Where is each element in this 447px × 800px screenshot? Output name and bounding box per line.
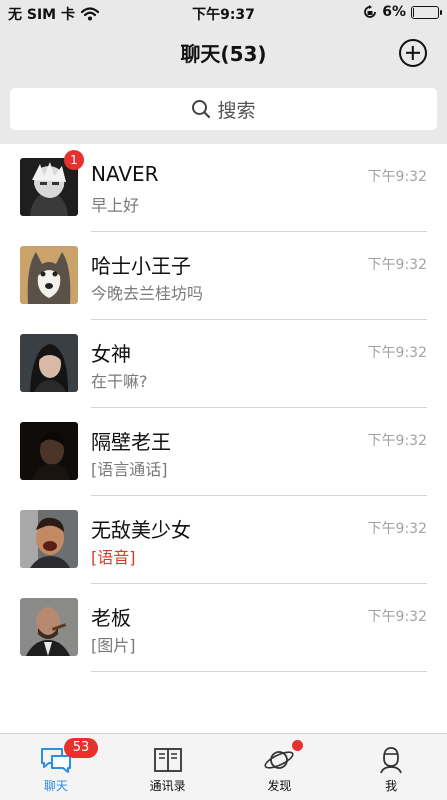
tab-me[interactable]: 我 xyxy=(335,734,447,800)
avatar xyxy=(20,246,78,304)
chat-time: 下午9:32 xyxy=(367,257,427,273)
avatar xyxy=(20,510,78,568)
tab-label: 我 xyxy=(385,779,398,793)
tab-label: 聊天 xyxy=(43,779,68,793)
tab-label: 发现 xyxy=(267,779,292,793)
chat-time: 下午9:32 xyxy=(367,521,427,537)
tab-chats[interactable]: 53 聊天 xyxy=(0,734,112,800)
tab-dot xyxy=(291,740,303,751)
planet-icon xyxy=(264,751,294,769)
page-title: 聊天(53) xyxy=(180,42,267,66)
rotation-lock-icon xyxy=(364,5,377,18)
search-area: 搜索 xyxy=(0,80,447,144)
chat-time: 下午9:32 xyxy=(367,433,427,449)
divider xyxy=(91,671,427,672)
avatar xyxy=(20,598,78,656)
chat-list: 1 NAVER 下午9:32 早上好 哈士小王子 下午9:32 今晚去兰桂坊吗 xyxy=(0,144,447,672)
battery-fill xyxy=(413,7,414,17)
battery-group: 6% xyxy=(363,4,442,20)
tab-contacts[interactable]: 通讯录 xyxy=(112,734,224,800)
chat-name: NAVER xyxy=(91,162,159,186)
chat-preview: 早上好 xyxy=(91,196,140,215)
chat-item-naver[interactable]: 1 NAVER 下午9:32 早上好 xyxy=(0,144,447,232)
chat-item-neighbor[interactable]: 隔壁老王 下午9:32 [语言通话] xyxy=(0,408,447,496)
tab-label: 通讯录 xyxy=(149,779,186,793)
tab-bar: 53 聊天 通讯录 发现 我 xyxy=(0,733,447,800)
add-button[interactable] xyxy=(399,39,427,67)
chat-preview: [语音] xyxy=(91,548,136,567)
chat-item-boss[interactable]: 老板 下午9:32 [图片] xyxy=(0,584,447,672)
chat-name: 无敌美少女 xyxy=(91,518,191,542)
chat-name: 隔壁老王 xyxy=(91,430,171,454)
chat-preview: [语言通话] xyxy=(91,460,168,479)
chat-preview: 今晚去兰桂坊吗 xyxy=(91,284,204,303)
profile-icon xyxy=(380,747,402,774)
avatar xyxy=(20,422,78,480)
search-input[interactable]: 搜索 xyxy=(10,88,437,130)
battery-percent: 6% xyxy=(382,4,406,20)
search-icon xyxy=(192,100,211,119)
chat-preview: [图片] xyxy=(91,636,136,655)
battery-icon xyxy=(411,5,442,19)
chat-name: 哈士小王子 xyxy=(91,254,191,278)
chat-item-goddess[interactable]: 女神 下午9:32 在干嘛? xyxy=(0,320,447,408)
chat-name: 女神 xyxy=(91,342,131,366)
contacts-book-icon xyxy=(153,748,182,772)
chat-preview: 在干嘛? xyxy=(91,372,148,391)
unread-badge: 1 xyxy=(64,150,84,170)
chat-item-beauty[interactable]: 无敌美少女 下午9:32 [语音] xyxy=(0,496,447,584)
nav-bar: 聊天(53) xyxy=(0,26,447,80)
tab-badge: 53 xyxy=(64,738,98,758)
chat-time: 下午9:32 xyxy=(367,169,427,185)
search-placeholder: 搜索 xyxy=(217,99,256,122)
chat-time: 下午9:32 xyxy=(367,345,427,361)
chat-item-husky[interactable]: 哈士小王子 下午9:32 今晚去兰桂坊吗 xyxy=(0,232,447,320)
tab-discover[interactable]: 发现 xyxy=(224,734,336,800)
chat-time: 下午9:32 xyxy=(367,609,427,625)
chat-name: 老板 xyxy=(91,606,131,630)
status-bar: 无 SIM 卡 下午9:37 6% xyxy=(0,0,447,26)
avatar xyxy=(20,334,78,392)
